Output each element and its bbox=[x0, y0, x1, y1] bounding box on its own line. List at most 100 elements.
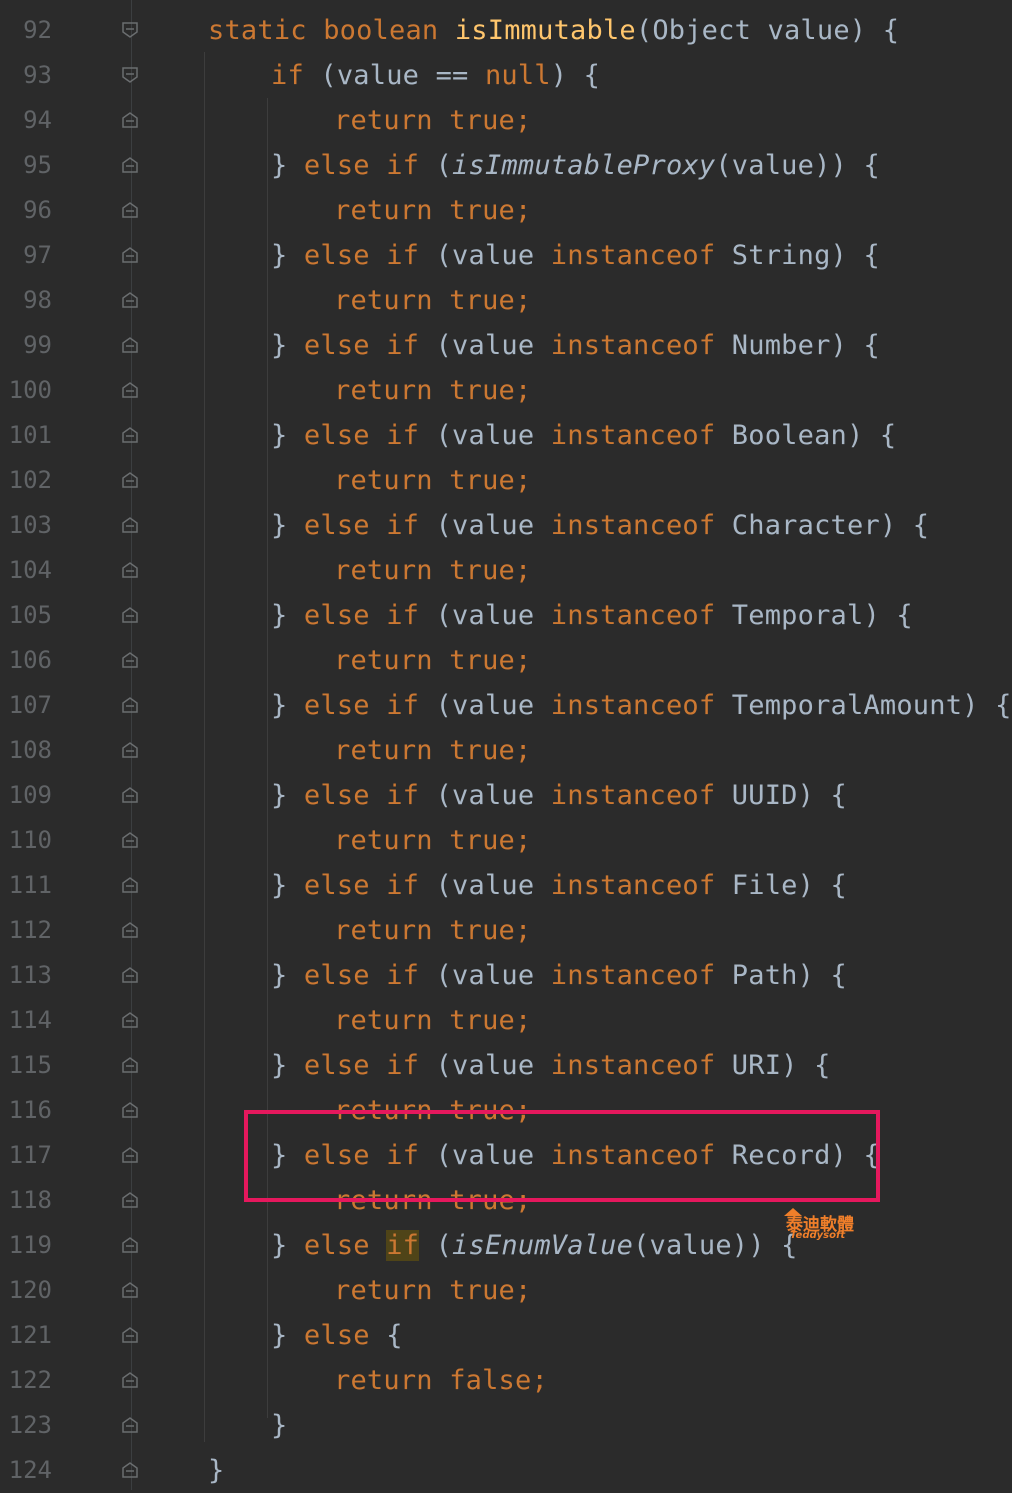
code-text[interactable]: return true; bbox=[334, 1268, 531, 1313]
code-line[interactable]: 101} else if (value instanceof Boolean) … bbox=[0, 413, 1012, 458]
code-text[interactable]: return true; bbox=[334, 98, 531, 143]
fold-marker-icon[interactable] bbox=[121, 1416, 139, 1434]
fold-marker-icon[interactable] bbox=[121, 1326, 139, 1344]
code-line[interactable]: 112 return true; bbox=[0, 908, 1012, 953]
code-token: Character) { bbox=[715, 510, 930, 541]
code-line[interactable]: 115} else if (value instanceof URI) { bbox=[0, 1043, 1012, 1088]
code-text[interactable]: return true; bbox=[334, 728, 531, 773]
code-line[interactable]: 109} else if (value instanceof UUID) { bbox=[0, 773, 1012, 818]
code-line[interactable]: 104 return true; bbox=[0, 548, 1012, 593]
fold-marker-icon[interactable] bbox=[121, 921, 139, 939]
fold-marker-icon[interactable] bbox=[121, 966, 139, 984]
code-text[interactable]: } else if (value instanceof Boolean) { bbox=[271, 413, 896, 458]
line-number: 99 bbox=[23, 331, 52, 359]
fold-marker-icon[interactable] bbox=[121, 201, 139, 219]
code-line[interactable]: 94 return true; bbox=[0, 98, 1012, 143]
fold-marker-icon[interactable] bbox=[121, 786, 139, 804]
code-token: instanceof bbox=[550, 960, 716, 991]
code-line[interactable]: 102 return true; bbox=[0, 458, 1012, 503]
line-number: 113 bbox=[8, 961, 52, 989]
code-text[interactable]: if (value == null) { bbox=[271, 53, 600, 98]
code-line[interactable]: 97} else if (value instanceof String) { bbox=[0, 233, 1012, 278]
code-text[interactable]: } else if (value instanceof Temporal) { bbox=[271, 593, 913, 638]
code-text[interactable]: return true; bbox=[334, 278, 531, 323]
fold-marker-icon[interactable] bbox=[121, 1281, 139, 1299]
code-token: Path) { bbox=[715, 960, 847, 991]
fold-marker-icon[interactable] bbox=[121, 561, 139, 579]
code-text[interactable]: static boolean isImmutable(Object value)… bbox=[208, 8, 899, 53]
code-text[interactable]: return true; bbox=[334, 998, 531, 1043]
code-line[interactable]: 122 return false; bbox=[0, 1358, 1012, 1403]
code-line[interactable]: 120 return true; bbox=[0, 1268, 1012, 1313]
code-line[interactable]: 105} else if (value instanceof Temporal)… bbox=[0, 593, 1012, 638]
code-line[interactable]: 92 static boolean isImmutable(Object valu… bbox=[0, 8, 1012, 53]
code-line[interactable]: 111} else if (value instanceof File) { bbox=[0, 863, 1012, 908]
code-text[interactable]: } else if (value instanceof URI) { bbox=[271, 1043, 831, 1088]
code-text[interactable]: } else if (value instanceof Path) { bbox=[271, 953, 847, 998]
fold-marker-icon[interactable] bbox=[121, 516, 139, 534]
code-text[interactable]: } else if (value instanceof Character) { bbox=[271, 503, 929, 548]
fold-marker-icon[interactable] bbox=[121, 1146, 139, 1164]
fold-marker-icon[interactable] bbox=[121, 1191, 139, 1209]
code-line[interactable]: 100 return true; bbox=[0, 368, 1012, 413]
code-text[interactable]: } else if (isImmutableProxy(value)) { bbox=[271, 143, 880, 188]
code-line[interactable]: 121} else { bbox=[0, 1313, 1012, 1358]
code-line[interactable]: 99 } else if (value instanceof Number) { bbox=[0, 323, 1012, 368]
code-line[interactable]: 114 return true; bbox=[0, 998, 1012, 1043]
code-text[interactable]: return true; bbox=[334, 548, 531, 593]
code-text[interactable]: return true; bbox=[334, 368, 531, 413]
code-line[interactable]: 93 if (value == null) { bbox=[0, 53, 1012, 98]
code-text[interactable]: return true; bbox=[334, 638, 531, 683]
fold-marker-icon[interactable] bbox=[121, 21, 139, 39]
code-text[interactable]: return true; bbox=[334, 188, 531, 233]
fold-marker-icon[interactable] bbox=[121, 1461, 139, 1479]
fold-marker-icon[interactable] bbox=[121, 471, 139, 489]
fold-marker-icon[interactable] bbox=[121, 291, 139, 309]
code-token: return true; bbox=[334, 645, 532, 676]
fold-marker-icon[interactable] bbox=[121, 1371, 139, 1389]
code-line[interactable]: 95} else if (isImmutableProxy(value)) { bbox=[0, 143, 1012, 188]
code-text[interactable]: } bbox=[271, 1403, 287, 1448]
code-text[interactable]: } else if (value instanceof UUID) { bbox=[271, 773, 847, 818]
code-text[interactable]: } else if (isEnumValue(value)) { bbox=[271, 1223, 798, 1268]
fold-marker-icon[interactable] bbox=[121, 696, 139, 714]
code-line[interactable]: 96 return true; bbox=[0, 188, 1012, 233]
code-text[interactable]: } else if (value instanceof File) { bbox=[271, 863, 847, 908]
code-line[interactable]: 103} else if (value instanceof Character… bbox=[0, 503, 1012, 548]
code-line[interactable]: 106 return true; bbox=[0, 638, 1012, 683]
code-text[interactable]: return false; bbox=[334, 1358, 548, 1403]
fold-marker-icon[interactable] bbox=[121, 381, 139, 399]
fold-marker-icon[interactable] bbox=[121, 336, 139, 354]
code-text[interactable]: } else if (value instanceof TemporalAmou… bbox=[271, 683, 1012, 728]
code-text[interactable]: return true; bbox=[334, 908, 531, 953]
code-line[interactable]: 110 return true; bbox=[0, 818, 1012, 863]
fold-marker-icon[interactable] bbox=[121, 156, 139, 174]
fold-marker-icon[interactable] bbox=[121, 1056, 139, 1074]
code-text[interactable]: } else if (value instanceof String) { bbox=[271, 233, 880, 278]
fold-marker-icon[interactable] bbox=[121, 1236, 139, 1254]
fold-marker-icon[interactable] bbox=[121, 876, 139, 894]
code-text[interactable]: return true; bbox=[334, 818, 531, 863]
code-text[interactable]: } else { bbox=[271, 1313, 403, 1358]
fold-marker-icon[interactable] bbox=[121, 651, 139, 669]
fold-marker-icon[interactable] bbox=[121, 246, 139, 264]
fold-marker-icon[interactable] bbox=[121, 606, 139, 624]
fold-marker-icon[interactable] bbox=[121, 831, 139, 849]
code-line[interactable]: 124} bbox=[0, 1448, 1012, 1493]
code-editor[interactable]: 92 static boolean isImmutable(Object valu… bbox=[0, 0, 1012, 1490]
code-text[interactable]: } bbox=[208, 1448, 224, 1493]
code-token: (value bbox=[419, 960, 551, 991]
code-text[interactable]: return true; bbox=[334, 458, 531, 503]
code-line[interactable]: 108 return true; bbox=[0, 728, 1012, 773]
fold-marker-icon[interactable] bbox=[121, 1101, 139, 1119]
fold-marker-icon[interactable] bbox=[121, 1011, 139, 1029]
code-text[interactable]: } else if (value instanceof Number) { bbox=[271, 323, 880, 368]
fold-marker-icon[interactable] bbox=[121, 66, 139, 84]
code-line[interactable]: 98 return true; bbox=[0, 278, 1012, 323]
fold-marker-icon[interactable] bbox=[121, 111, 139, 129]
code-line[interactable]: 113 } else if (value instanceof Path) { bbox=[0, 953, 1012, 998]
code-line[interactable]: 107} else if (value instanceof TemporalA… bbox=[0, 683, 1012, 728]
code-line[interactable]: 123} bbox=[0, 1403, 1012, 1448]
fold-marker-icon[interactable] bbox=[121, 741, 139, 759]
fold-marker-icon[interactable] bbox=[121, 426, 139, 444]
